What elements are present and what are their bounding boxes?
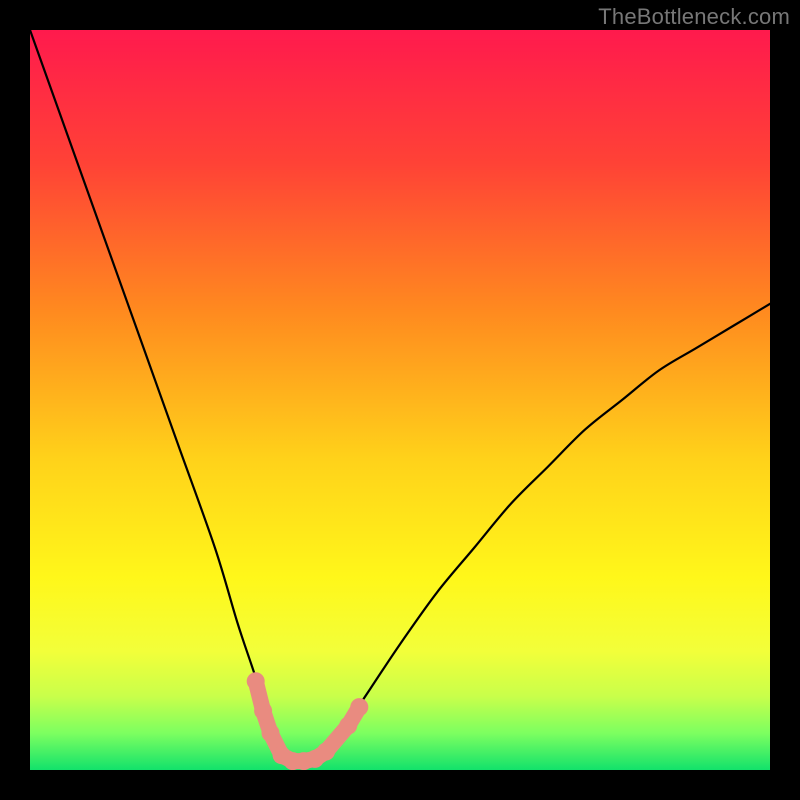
chart-frame: TheBottleneck.com	[0, 0, 800, 800]
trough-marker	[254, 702, 272, 720]
trough-marker	[262, 724, 280, 742]
plot-area	[30, 30, 770, 770]
bottleneck-chart	[30, 30, 770, 770]
trough-marker	[339, 717, 357, 735]
trough-marker	[317, 743, 335, 761]
gradient-background	[30, 30, 770, 770]
watermark-text: TheBottleneck.com	[598, 4, 790, 30]
trough-marker	[247, 672, 265, 690]
trough-marker	[350, 698, 368, 716]
